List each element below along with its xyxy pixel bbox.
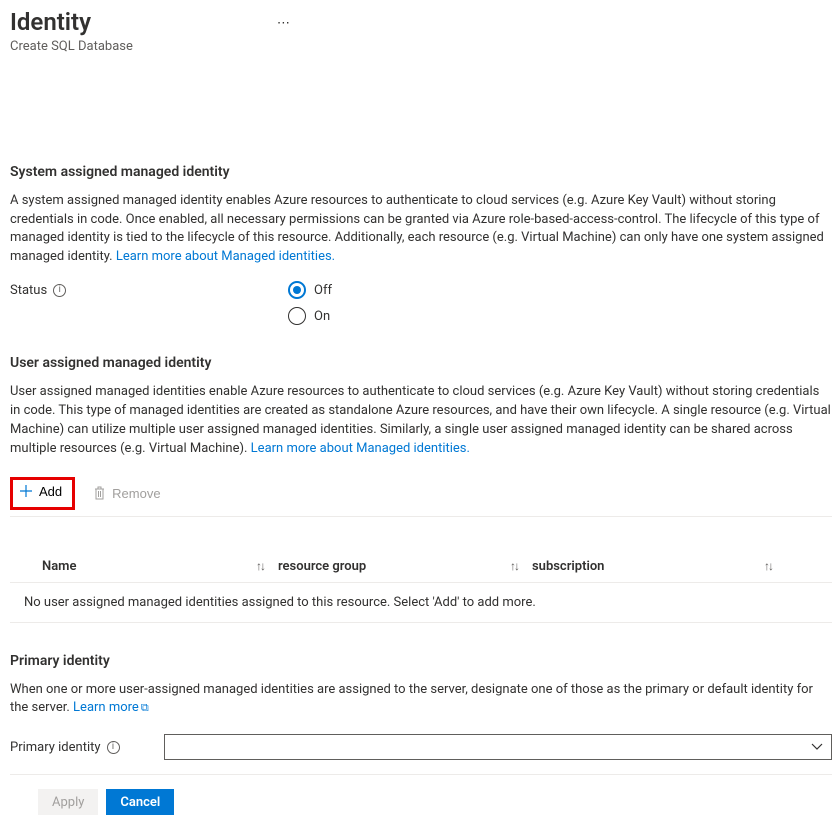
primary-identity-description: When one or more user-assigned managed i… <box>10 681 832 719</box>
column-subscription[interactable]: subscription ↑↓ <box>532 559 786 574</box>
column-resource-group[interactable]: resource group ↑↓ <box>278 559 532 574</box>
column-name[interactable]: Name ↑↓ <box>42 559 278 574</box>
primary-identity-learn-more-link[interactable]: Learn more⧉ <box>73 700 149 715</box>
primary-identity-heading: Primary identity <box>10 653 832 669</box>
footer-actions: Apply Cancel <box>10 789 832 815</box>
primary-identity-select[interactable] <box>164 734 832 760</box>
radio-label-on: On <box>314 309 330 324</box>
primary-identity-field-label: Primary identity i <box>10 740 158 755</box>
sort-icon: ↑↓ <box>256 559 264 573</box>
radio-label-off: Off <box>314 283 332 298</box>
system-identity-heading: System assigned managed identity <box>10 164 832 180</box>
sort-icon: ↑↓ <box>764 559 772 573</box>
cancel-button[interactable]: Cancel <box>106 789 174 815</box>
trash-icon <box>93 486 106 500</box>
ellipsis-icon: ⋯ <box>277 16 290 31</box>
add-button[interactable]: Add <box>13 480 68 503</box>
user-identity-description: User assigned managed identities enable … <box>10 383 832 458</box>
system-identity-description: A system assigned managed identity enabl… <box>10 192 832 267</box>
table-empty-message: No user assigned managed identities assi… <box>10 583 832 623</box>
status-radio-off[interactable]: Off <box>288 281 332 299</box>
info-icon[interactable]: i <box>53 284 66 297</box>
page-subtitle: Create SQL Database <box>10 39 133 54</box>
plus-icon <box>19 484 33 498</box>
more-menu-button[interactable]: ⋯ <box>273 12 294 35</box>
apply-button: Apply <box>38 789 98 815</box>
status-radio-group: Off On <box>288 281 332 325</box>
remove-button: Remove <box>87 482 166 505</box>
user-identity-heading: User assigned managed identity <box>10 355 832 371</box>
status-label: Status i <box>10 281 288 298</box>
identity-toolbar: Add Remove <box>10 477 832 517</box>
status-radio-on[interactable]: On <box>288 307 332 325</box>
chevron-down-icon <box>811 740 823 754</box>
add-highlight: Add <box>10 477 75 510</box>
table-header: Name ↑↓ resource group ↑↓ subscription ↑… <box>10 559 832 583</box>
sort-icon: ↑↓ <box>510 559 518 573</box>
user-identity-learn-more-link[interactable]: Learn more about Managed identities. <box>251 441 470 456</box>
external-link-icon: ⧉ <box>141 701 149 714</box>
identity-table: Name ↑↓ resource group ↑↓ subscription ↑… <box>10 559 832 623</box>
system-identity-learn-more-link[interactable]: Learn more about Managed identities. <box>116 249 335 264</box>
page-title: Identity <box>10 8 133 37</box>
info-icon[interactable]: i <box>107 741 120 754</box>
radio-icon <box>288 281 306 299</box>
radio-icon <box>288 307 306 325</box>
